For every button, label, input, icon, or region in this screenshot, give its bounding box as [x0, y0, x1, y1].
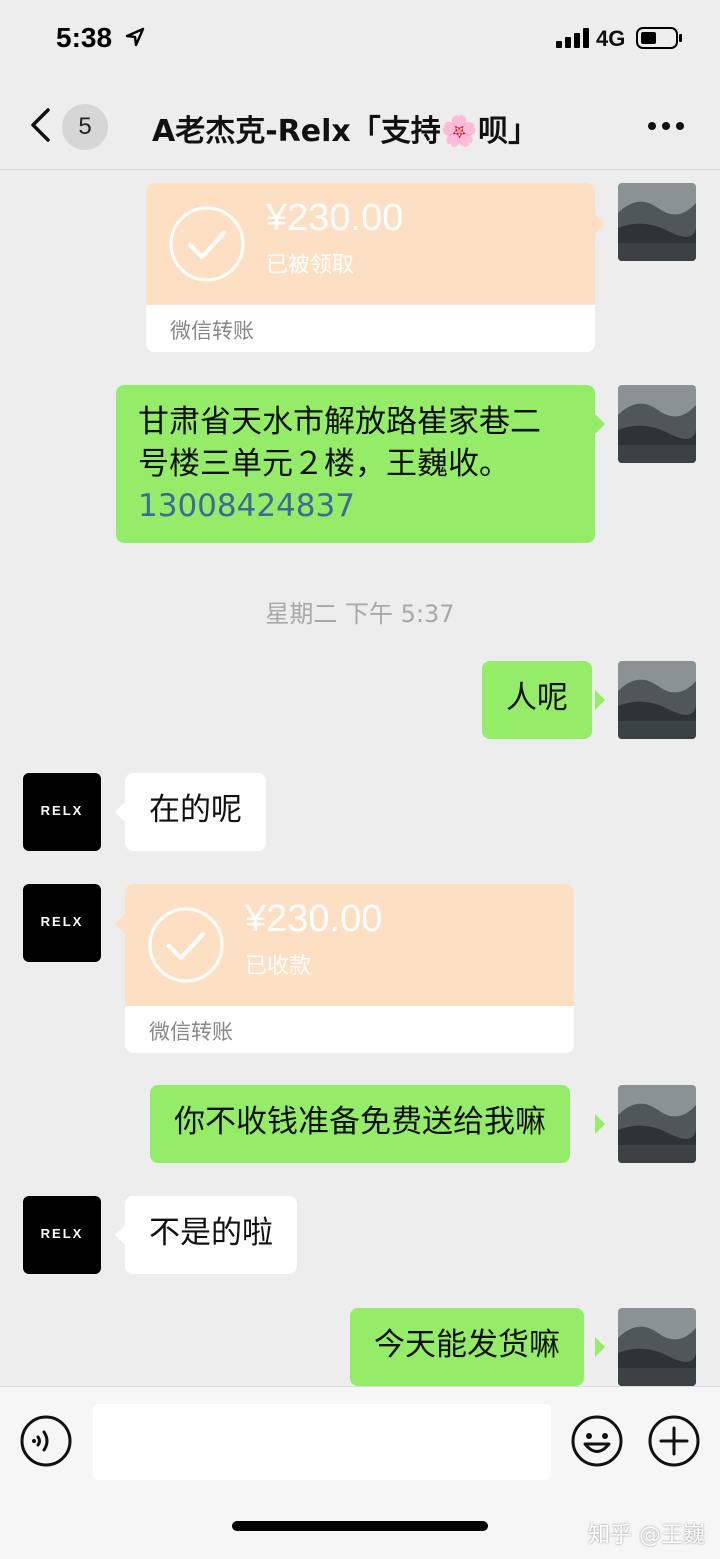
message-text-line: 甘肃省天水市解放路崔家巷二	[138, 404, 541, 440]
location-arrow-icon	[125, 27, 145, 47]
message-bubble[interactable]: 你不收钱准备免费送给我嘛	[150, 1085, 570, 1163]
bubble-tail	[115, 1225, 125, 1245]
my-avatar[interactable]	[618, 661, 696, 739]
check-circle-icon	[148, 907, 224, 983]
message-bubble[interactable]: 在的呢	[125, 773, 266, 851]
voice-input-icon[interactable]	[20, 1415, 72, 1467]
transfer-footer: 微信转账	[149, 1020, 233, 1044]
check-circle-icon	[169, 206, 245, 282]
input-bar: 知乎 @王巍	[0, 1386, 720, 1559]
my-avatar[interactable]	[618, 1308, 696, 1386]
message-bubble[interactable]: 人呢	[482, 661, 592, 739]
chat-title: A老杰克-Relx「支持🌸呗」	[152, 114, 539, 149]
timestamp: 星期二 下午 5:37	[265, 600, 455, 628]
back-chevron-icon[interactable]	[28, 108, 52, 142]
bubble-tail	[595, 414, 605, 434]
signal-icon	[556, 28, 589, 48]
message-text: 人呢	[506, 680, 568, 716]
my-avatar[interactable]	[618, 385, 696, 463]
relx-logo: RELX	[40, 803, 84, 818]
bubble-tail	[115, 802, 125, 822]
bubble-tail	[595, 1337, 605, 1357]
status-bar: 5:38 4G	[0, 0, 720, 80]
bubble-tail	[595, 1114, 605, 1134]
message-input[interactable]	[93, 1404, 551, 1480]
battery-icon	[636, 27, 682, 49]
transfer-amount: ¥230.00	[266, 197, 404, 239]
message-text-line: 号楼三单元２楼，王巍收。	[138, 446, 510, 482]
landscape-avatar-image	[618, 1085, 696, 1163]
chat-header: 5 A老杰克-Relx「支持🌸呗」	[0, 80, 720, 170]
relx-logo: RELX	[40, 914, 84, 929]
transfer-footer: 微信转账	[170, 319, 254, 343]
transfer-card[interactable]: ¥230.00 已被领取 微信转账	[146, 183, 595, 352]
message-text: 在的呢	[149, 792, 242, 828]
bubble-tail	[595, 214, 605, 234]
home-indicator[interactable]	[232, 1521, 488, 1531]
emoji-icon[interactable]	[571, 1415, 623, 1467]
message-text: 不是的啦	[149, 1215, 273, 1251]
landscape-avatar-image	[618, 661, 696, 739]
transfer-status: 已收款	[245, 954, 312, 979]
contact-avatar[interactable]: RELX	[23, 884, 101, 962]
transfer-status: 已被领取	[266, 253, 355, 278]
watermark: 知乎 @王巍	[588, 1523, 705, 1548]
contact-avatar[interactable]: RELX	[23, 773, 101, 851]
message-text: 今天能发货嘛	[374, 1327, 560, 1363]
phone-number-link[interactable]: 13008424837	[138, 485, 573, 527]
more-options-icon[interactable]	[646, 116, 686, 136]
landscape-avatar-image	[618, 1308, 696, 1386]
message-list[interactable]: ¥230.00 已被领取 微信转账 甘肃省天水市解放路崔家巷二 号楼三单元２楼，…	[0, 171, 720, 1386]
message-bubble[interactable]: 不是的啦	[125, 1196, 297, 1274]
bubble-tail	[595, 690, 605, 710]
bubble-tail	[115, 914, 125, 934]
network-type: 4G	[596, 26, 626, 51]
landscape-avatar-image	[618, 183, 696, 261]
transfer-card[interactable]: ¥230.00 已收款 微信转账	[125, 884, 574, 1053]
transfer-amount: ¥230.00	[245, 898, 383, 940]
message-text: 你不收钱准备免费送给我嘛	[174, 1104, 546, 1140]
contact-avatar[interactable]: RELX	[23, 1196, 101, 1274]
unread-count-badge[interactable]: 5	[62, 104, 108, 150]
message-bubble[interactable]: 甘肃省天水市解放路崔家巷二 号楼三单元２楼，王巍收。 13008424837	[116, 385, 595, 543]
plus-icon[interactable]	[648, 1415, 700, 1467]
my-avatar[interactable]	[618, 1085, 696, 1163]
my-avatar[interactable]	[618, 183, 696, 261]
relx-logo: RELX	[40, 1226, 84, 1241]
message-bubble[interactable]: 今天能发货嘛	[350, 1308, 584, 1386]
status-time: 5:38	[56, 22, 113, 53]
landscape-avatar-image	[618, 385, 696, 463]
